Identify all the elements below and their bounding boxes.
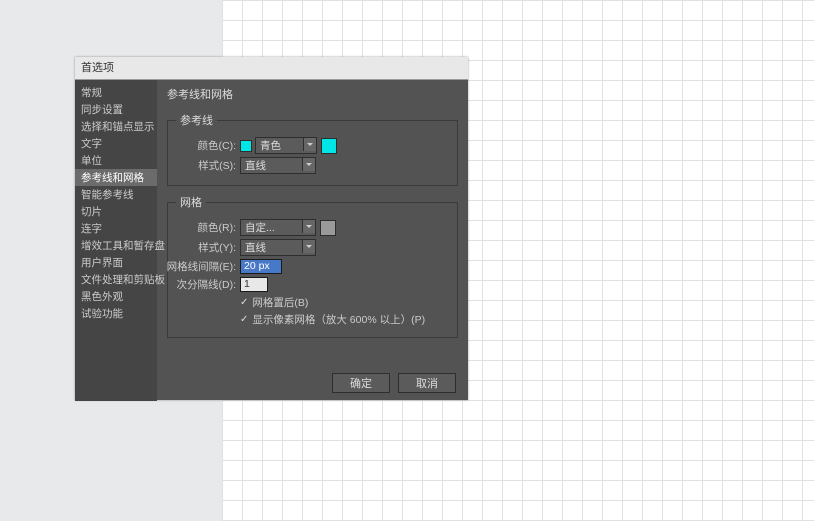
chevron-down-icon bbox=[302, 220, 315, 233]
chevron-down-icon bbox=[302, 158, 315, 171]
guides-color-select[interactable]: 青色 bbox=[255, 137, 317, 154]
pixel-grid-checkbox[interactable]: 显示像素网格（放大 600% 以上）(P) bbox=[240, 312, 449, 327]
grid-legend: 网格 bbox=[176, 194, 206, 210]
guides-color-label: 颜色(C): bbox=[176, 138, 236, 153]
sidebar-item-sync[interactable]: 同步设置 bbox=[75, 101, 157, 118]
grid-color-label: 颜色(R): bbox=[176, 220, 236, 235]
guides-legend: 参考线 bbox=[176, 112, 217, 128]
grid-color-swatch[interactable] bbox=[320, 220, 336, 236]
grid-subdiv-input[interactable]: 1 bbox=[240, 277, 268, 292]
grid-color-value: 自定... bbox=[245, 220, 275, 235]
grid-style-label: 样式(Y): bbox=[176, 240, 236, 255]
guides-style-label: 样式(S): bbox=[176, 158, 236, 173]
sidebar-item-slices[interactable]: 切片 bbox=[75, 203, 157, 220]
grid-style-select[interactable]: 直线 bbox=[240, 239, 316, 256]
grid-fieldset: 网格 颜色(R): 自定... 样式(Y): 直线 bbox=[167, 194, 458, 338]
main-panel: 参考线和网格 参考线 颜色(C): 青色 样式(S): 直线 bbox=[157, 80, 468, 401]
grid-spacing-label: 网格线间隔(E): bbox=[156, 259, 236, 274]
sidebar-item-black-appearance[interactable]: 黑色外观 bbox=[75, 288, 157, 305]
guides-style-value: 直线 bbox=[245, 158, 266, 173]
guides-fieldset: 参考线 颜色(C): 青色 样式(S): 直线 bbox=[167, 112, 458, 186]
cancel-button[interactable]: 取消 bbox=[398, 373, 456, 393]
grid-style-value: 直线 bbox=[245, 240, 266, 255]
grid-behind-checkbox[interactable]: 网格置后(B) bbox=[240, 295, 449, 310]
chevron-down-icon bbox=[303, 138, 316, 151]
sidebar-item-file-clipboard[interactable]: 文件处理和剪贴板 bbox=[75, 271, 157, 288]
sidebar-item-units[interactable]: 单位 bbox=[75, 152, 157, 169]
guides-color-value: 青色 bbox=[260, 138, 281, 153]
grid-subdiv-label: 次分隔线(D): bbox=[156, 277, 236, 292]
dialog-title: 首选项 bbox=[75, 57, 468, 80]
sidebar-item-hyphenation[interactable]: 连字 bbox=[75, 220, 157, 237]
sidebar-item-ui[interactable]: 用户界面 bbox=[75, 254, 157, 271]
sidebar-item-smart-guides[interactable]: 智能参考线 bbox=[75, 186, 157, 203]
sidebar-item-guides-grid[interactable]: 参考线和网格 bbox=[75, 169, 157, 186]
chevron-down-icon bbox=[302, 240, 315, 253]
guides-style-select[interactable]: 直线 bbox=[240, 157, 316, 174]
sidebar-item-experimental[interactable]: 试验功能 bbox=[75, 305, 157, 322]
sidebar-item-plugins[interactable]: 增效工具和暂存盘 bbox=[75, 237, 157, 254]
guides-color-inline-swatch bbox=[240, 140, 252, 152]
sidebar-item-general[interactable]: 常规 bbox=[75, 84, 157, 101]
guides-color-swatch[interactable] bbox=[321, 138, 337, 154]
sidebar-item-type[interactable]: 文字 bbox=[75, 135, 157, 152]
preferences-dialog: 首选项 常规 同步设置 选择和锚点显示 文字 单位 参考线和网格 智能参考线 切… bbox=[75, 57, 468, 400]
grid-color-select[interactable]: 自定... bbox=[240, 219, 316, 236]
ok-button[interactable]: 确定 bbox=[332, 373, 390, 393]
page-title: 参考线和网格 bbox=[167, 86, 458, 102]
grid-spacing-input[interactable]: 20 px bbox=[240, 259, 282, 274]
category-sidebar: 常规 同步设置 选择和锚点显示 文字 单位 参考线和网格 智能参考线 切片 连字… bbox=[75, 80, 157, 401]
sidebar-item-selection[interactable]: 选择和锚点显示 bbox=[75, 118, 157, 135]
